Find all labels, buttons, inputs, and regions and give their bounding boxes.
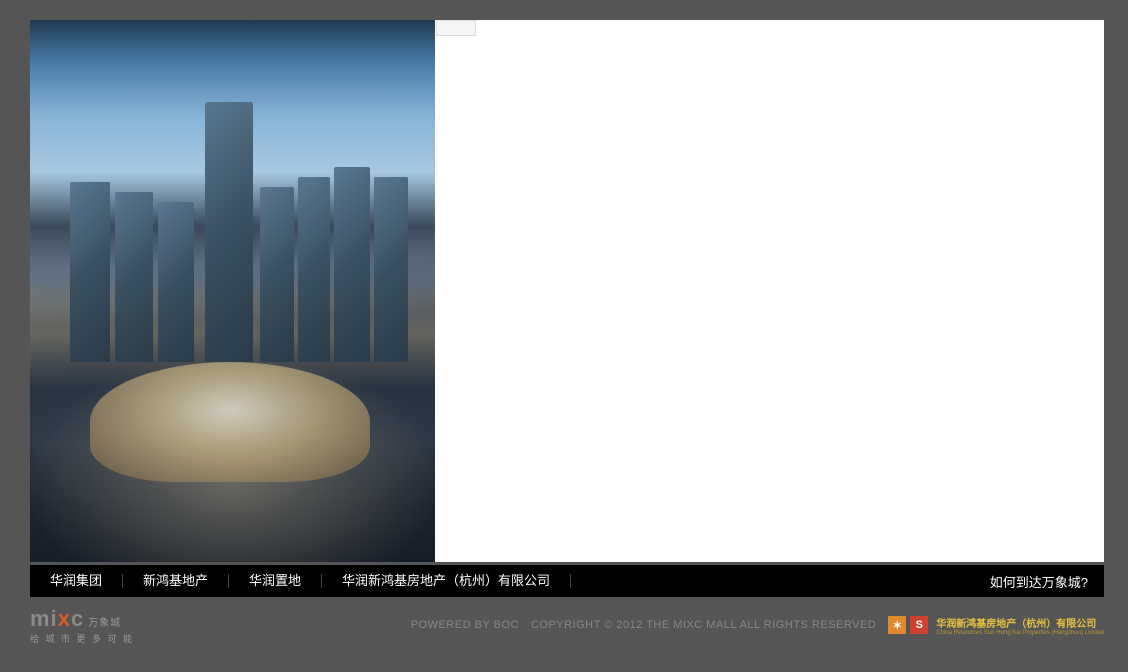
loading-placeholder xyxy=(436,20,476,36)
page-container: 华润集团 新鸿基地产 华润置地 华润新鸿基房地产（杭州）有限公司 如何到达万象城… xyxy=(0,0,1128,672)
nav-link-directions[interactable]: 如何到达万象城? xyxy=(974,572,1104,591)
hero-image xyxy=(30,20,435,562)
shk-badge-icon: S xyxy=(910,616,928,634)
site-logo[interactable]: mixc 万象城 给 城 市 更 多 可 能 xyxy=(30,606,134,645)
content-area xyxy=(435,20,1104,562)
nav-link-crland[interactable]: 华润置地 xyxy=(229,574,322,588)
nav-link-shk[interactable]: 新鸿基地产 xyxy=(123,574,229,588)
logo-text: mixc xyxy=(30,606,84,632)
logo-tagline: 给 城 市 更 多 可 能 xyxy=(30,632,134,645)
nav-link-crshk-hangzhou[interactable]: 华润新鸿基房地产（杭州）有限公司 xyxy=(322,574,571,588)
partner-name-cn: 华润新鸿基房地产（杭州）有限公司 xyxy=(936,615,1104,630)
footer: mixc 万象城 给 城 市 更 多 可 能 POWERED BY BOC CO… xyxy=(30,600,1104,650)
footer-nav: 华润集团 新鸿基地产 华润置地 华润新鸿基房地产（杭州）有限公司 如何到达万象城… xyxy=(30,565,1104,597)
partner-name-en: China Resources Sun Hung Kai Properties … xyxy=(936,630,1104,636)
nav-link-crgroup[interactable]: 华润集团 xyxy=(30,574,123,588)
cr-badge-icon: ✶ xyxy=(888,616,906,634)
partner-logo: ✶ S 华润新鸿基房地产（杭州）有限公司 China Resources Sun… xyxy=(888,615,1104,636)
logo-cn-top: 万象城 xyxy=(88,614,121,629)
powered-by: POWERED BY BOC xyxy=(411,619,519,631)
copyright: COPYRIGHT © 2012 THE MIXC MALL ALL RIGHT… xyxy=(531,619,876,631)
main-content xyxy=(30,20,1104,562)
